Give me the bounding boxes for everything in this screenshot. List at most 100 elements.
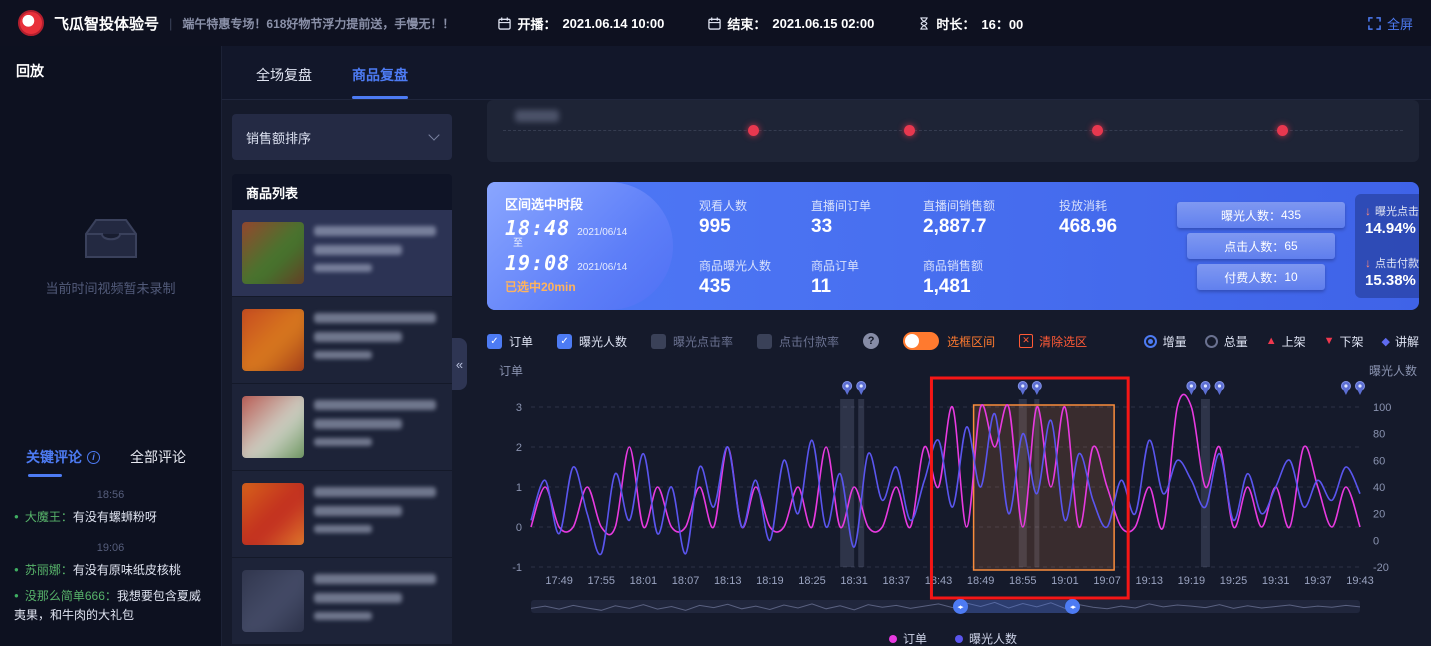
product-list-item[interactable]	[232, 558, 452, 645]
map-pin-icon[interactable]	[1341, 382, 1350, 396]
product-list	[232, 210, 452, 645]
tab-full-review[interactable]: 全场复盘	[256, 65, 312, 99]
sort-dropdown[interactable]: 销售额排序	[232, 114, 452, 160]
trend-chart[interactable]: 订单 曝光人数 3210-1100806040200-2017:4917:551…	[487, 358, 1419, 646]
product-blurred-text	[314, 483, 442, 545]
svg-text:19:25: 19:25	[1220, 575, 1248, 587]
product-list-item[interactable]	[232, 297, 452, 384]
svg-text:19:43: 19:43	[1346, 575, 1374, 587]
svg-text:18:19: 18:19	[756, 575, 784, 587]
product-list-item[interactable]	[232, 210, 452, 297]
end-time-meta: 结束：2021.06.15 02:00	[708, 14, 874, 33]
playback-sidebar: 回放 当前时间视频暂未录制 关键评论 i 全部评论 18:56 ●大魔王：有没有…	[0, 46, 222, 646]
radio-total[interactable]: 总量	[1205, 333, 1248, 350]
map-pin-icon[interactable]	[1032, 382, 1041, 396]
checkbox-checked-icon: ✓	[557, 334, 572, 349]
svg-text:18:43: 18:43	[925, 575, 953, 587]
radio-increment[interactable]: 增量	[1144, 333, 1187, 350]
map-pin-icon[interactable]	[1018, 382, 1027, 396]
comment-author: 大魔王：	[25, 510, 73, 524]
collapse-panel-button[interactable]: «	[452, 338, 467, 390]
tab-product-review[interactable]: 商品复盘	[352, 65, 408, 99]
svg-text:19:01: 19:01	[1051, 575, 1079, 587]
comment-item[interactable]: ●大魔王：有没有螺蛳粉呀	[0, 503, 221, 530]
tab-key-comments-label: 关键评论	[26, 447, 82, 467]
metric-live-orders: 直播间订单33	[811, 197, 923, 238]
tab-key-comments[interactable]: 关键评论 i	[26, 447, 100, 477]
metric-viewers: 观看人数995	[699, 197, 811, 238]
down-triangle-icon: ▼	[1324, 335, 1335, 347]
clear-box-icon: ✕	[1019, 334, 1033, 348]
funnel-bar-payers: 付费人数：10	[1197, 264, 1325, 290]
clear-selection-button[interactable]: ✕ 清除选区	[1019, 333, 1087, 350]
brush-handle-right[interactable]: ◂▸	[1065, 599, 1080, 614]
radio-total-label: 总量	[1224, 333, 1248, 350]
review-tabs: 全场复盘 商品复盘	[222, 46, 1431, 100]
comment-text: 有没有原味纸皮核桃	[73, 563, 181, 577]
event-dot[interactable]	[1277, 125, 1288, 136]
checkbox-orders[interactable]: ✓订单	[487, 333, 533, 350]
legend-delisted[interactable]: ▼下架	[1324, 333, 1364, 350]
map-pin-icon[interactable]	[857, 382, 866, 396]
map-pin-icon[interactable]	[1187, 382, 1196, 396]
svg-text:19:19: 19:19	[1178, 575, 1206, 587]
product-list-item[interactable]	[232, 384, 452, 471]
svg-text:100: 100	[1373, 402, 1391, 414]
legend-explain[interactable]: ◆讲解	[1382, 333, 1419, 350]
checkbox-impressions[interactable]: ✓ 曝光人数	[557, 333, 627, 350]
svg-text:19:31: 19:31	[1262, 575, 1290, 587]
comment-author: 苏丽娜：	[25, 563, 73, 577]
start-value: 2021.06.14 10:00	[562, 16, 664, 31]
svg-text:19:37: 19:37	[1304, 575, 1332, 587]
period-start-time: 18:48	[505, 216, 570, 240]
fullscreen-icon	[1368, 17, 1381, 30]
main-content: 全场复盘 商品复盘 销售额排序 商品列表 « 区间选中时段 18:482021/…	[222, 46, 1431, 646]
checkbox-ctr[interactable]: 曝光点击率	[651, 333, 733, 350]
end-label: 结束：	[727, 14, 766, 33]
help-icon[interactable]: ?	[863, 333, 879, 349]
checkbox-impressions-label: 曝光人数	[579, 333, 627, 350]
funnel-bars: 曝光人数：435 点击人数：65 付费人数：10	[1177, 202, 1345, 290]
strip-gridline	[503, 130, 1403, 131]
product-list-item[interactable]	[232, 471, 452, 558]
selected-range-stats-card: 区间选中时段 18:482021/06/14 至 19:082021/06/14…	[487, 182, 1419, 310]
svg-text:0: 0	[516, 522, 522, 534]
selected-duration-label: 已选中20min	[505, 278, 673, 295]
event-dot[interactable]	[904, 125, 915, 136]
funnel-bar-clicks: 点击人数：65	[1187, 233, 1335, 259]
chart-canvas[interactable]: 3210-1100806040200-2017:4917:5518:0118:0…	[487, 372, 1419, 606]
map-pin-icon[interactable]	[1201, 382, 1210, 396]
app-logo-icon	[18, 10, 44, 36]
period-title: 区间选中时段	[505, 194, 673, 213]
svg-text:18:31: 18:31	[840, 575, 868, 587]
info-icon[interactable]: i	[87, 451, 100, 464]
map-pin-icon[interactable]	[1356, 382, 1365, 396]
analytics-panel: 区间选中时段 18:482021/06/14 至 19:082021/06/14…	[487, 100, 1419, 646]
event-dot[interactable]	[748, 125, 759, 136]
top-chart-strip[interactable]	[487, 100, 1419, 162]
comment-item[interactable]: ●没那么简单666：我想要包含夏威夷果，和牛肉的大礼包	[0, 582, 221, 627]
selection-inner-box	[974, 405, 1115, 570]
checkbox-payment-rate[interactable]: 点击付款率	[757, 333, 839, 350]
time-brush-scrollbar[interactable]: ◂▸ ◂▸	[531, 600, 1360, 613]
svg-text:18:07: 18:07	[672, 575, 700, 587]
product-panel: 销售额排序 商品列表	[232, 114, 452, 646]
calendar-icon	[498, 17, 511, 30]
event-dot[interactable]	[1092, 125, 1103, 136]
legend-item-orders[interactable]: 订单	[889, 630, 927, 646]
fullscreen-button[interactable]: 全屏	[1368, 14, 1413, 33]
legend-item-impressions[interactable]: 曝光人数	[955, 630, 1017, 646]
map-pin-icon[interactable]	[1215, 382, 1224, 396]
legend-listed[interactable]: ▲上架	[1266, 333, 1306, 350]
down-arrow-icon: ↓	[1365, 256, 1371, 270]
tab-all-comments[interactable]: 全部评论	[130, 447, 186, 477]
comment-text: 有没有螺蛳粉呀	[73, 510, 157, 524]
comment-item[interactable]: ●苏丽娜：有没有原味纸皮核桃	[0, 556, 221, 583]
tab-all-comments-label: 全部评论	[130, 447, 186, 467]
box-select-toggle[interactable]: 选框区间	[903, 332, 995, 350]
legend-listed-label: 上架	[1282, 333, 1306, 350]
map-pin-icon[interactable]	[843, 382, 852, 396]
toggle-switch[interactable]	[903, 332, 939, 350]
brush-handle-left[interactable]: ◂▸	[953, 599, 968, 614]
brush-selected-range[interactable]	[960, 600, 1072, 613]
